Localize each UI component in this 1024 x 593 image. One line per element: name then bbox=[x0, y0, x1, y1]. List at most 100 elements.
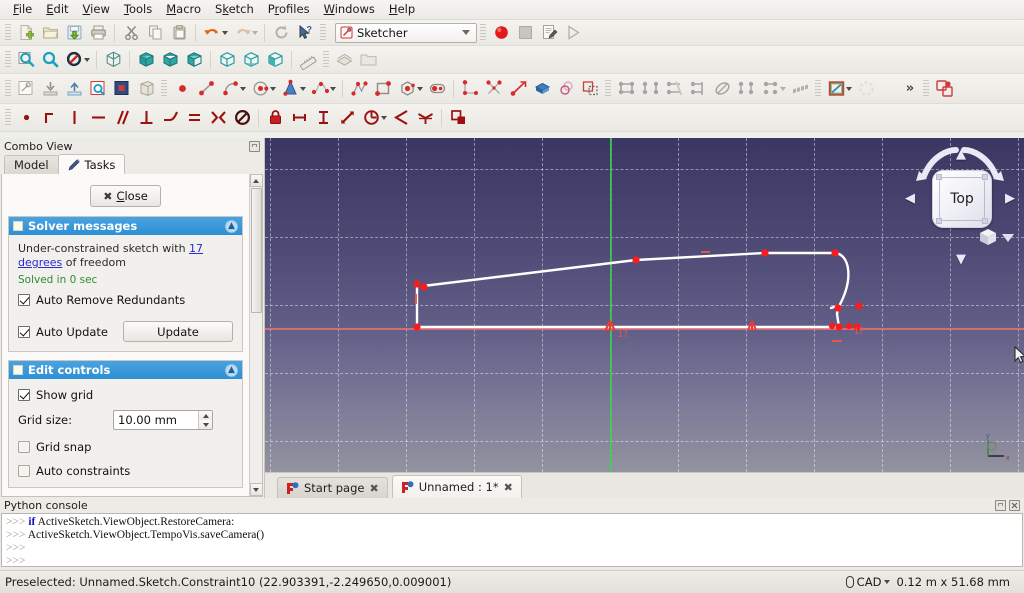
show-grid-row[interactable]: Show grid bbox=[18, 388, 233, 402]
toolbar-grip[interactable] bbox=[161, 79, 167, 98]
toggle-driving-constraint-icon[interactable] bbox=[446, 106, 470, 130]
cut-icon[interactable] bbox=[119, 21, 143, 45]
nav-cube-menu-icon[interactable] bbox=[1002, 234, 1014, 242]
auto-constraints-checkbox[interactable] bbox=[18, 465, 30, 477]
rectangular-array-icon[interactable] bbox=[788, 77, 812, 101]
symmetry-icon[interactable] bbox=[758, 77, 782, 101]
leave-sketch-icon[interactable] bbox=[62, 77, 86, 101]
tasks-scrollbar[interactable] bbox=[249, 174, 262, 496]
auto-remove-redundants-row[interactable]: Auto Remove Redundants bbox=[18, 293, 233, 307]
carbon-copy-icon[interactable] bbox=[554, 77, 578, 101]
toolbar-grip[interactable] bbox=[5, 108, 11, 127]
constrain-parallel-icon[interactable] bbox=[110, 106, 134, 130]
tab-model[interactable]: Model bbox=[4, 155, 59, 174]
trim-icon[interactable] bbox=[482, 77, 506, 101]
constrain-distance-icon[interactable] bbox=[335, 106, 359, 130]
menu-help[interactable]: Help bbox=[382, 0, 422, 19]
tab-close-icon[interactable]: ✖ bbox=[504, 481, 513, 494]
toolbar-grip[interactable] bbox=[5, 23, 11, 42]
front-view-icon[interactable] bbox=[134, 48, 158, 72]
constrain-symmetric-icon[interactable] bbox=[206, 106, 230, 130]
circle-icon[interactable] bbox=[248, 77, 272, 101]
show-grid-checkbox[interactable] bbox=[18, 389, 30, 401]
grid-size-stepper[interactable] bbox=[113, 410, 213, 430]
constrain-vertical-icon[interactable] bbox=[62, 106, 86, 130]
collapse-icon[interactable]: ▲ bbox=[225, 219, 238, 233]
bottom-view-icon[interactable] bbox=[239, 48, 263, 72]
edit-controls-header[interactable]: Edit controls ▲ bbox=[9, 361, 242, 379]
paste-icon[interactable] bbox=[167, 21, 191, 45]
grid-size-input[interactable] bbox=[114, 412, 198, 428]
macro-edit-icon[interactable] bbox=[537, 21, 561, 45]
constrain-lock-icon[interactable] bbox=[263, 106, 287, 130]
macro-execute-icon[interactable] bbox=[561, 21, 585, 45]
draw-style-icon[interactable] bbox=[62, 48, 86, 72]
nav-arrow-up-icon[interactable]: ▲ bbox=[956, 148, 966, 161]
fit-selection-icon[interactable] bbox=[38, 48, 62, 72]
isometric-view-icon[interactable] bbox=[101, 48, 125, 72]
construction-mode-icon[interactable] bbox=[578, 77, 602, 101]
solver-messages-header[interactable]: Solver messages ▲ bbox=[9, 217, 242, 235]
grid-snap-row[interactable]: Grid snap bbox=[18, 440, 233, 454]
auto-update-row[interactable]: Auto Update Update bbox=[18, 321, 233, 342]
constrain-point-on-object-icon[interactable] bbox=[38, 106, 62, 130]
constrain-equal-icon[interactable] bbox=[182, 106, 206, 130]
print-document-icon[interactable] bbox=[86, 21, 110, 45]
top-view-icon[interactable] bbox=[158, 48, 182, 72]
menu-tools[interactable]: Tools bbox=[117, 0, 159, 19]
polyline-icon[interactable] bbox=[347, 77, 371, 101]
grid-size-arrows[interactable] bbox=[198, 411, 212, 429]
save-document-icon[interactable] bbox=[62, 21, 86, 45]
macro-stop-icon[interactable] bbox=[513, 21, 537, 45]
menu-windows[interactable]: Windows bbox=[317, 0, 382, 19]
menu-view[interactable]: View bbox=[76, 0, 117, 19]
menu-sketch[interactable]: Sketch bbox=[208, 0, 261, 19]
workbench-icon[interactable] bbox=[332, 48, 356, 72]
menu-macro[interactable]: Macro bbox=[159, 0, 208, 19]
nav-arrow-left-icon[interactable]: ◀ bbox=[905, 192, 915, 205]
workbench-selector[interactable]: Sketcher bbox=[335, 22, 477, 43]
arc-icon[interactable] bbox=[218, 77, 242, 101]
navigation-cube[interactable]: ▲ ▼ ◀ ▶ Top bbox=[904, 142, 1016, 266]
folder-icon[interactable] bbox=[356, 48, 380, 72]
undock-icon[interactable] bbox=[249, 140, 260, 152]
constrain-radius-icon[interactable] bbox=[359, 106, 383, 130]
right-view-icon[interactable] bbox=[182, 48, 206, 72]
tab-unnamed-document[interactable]: Unnamed : 1* ✖ bbox=[391, 475, 522, 498]
left-view-icon[interactable] bbox=[263, 48, 287, 72]
rear-view-icon[interactable] bbox=[215, 48, 239, 72]
auto-remove-redundants-checkbox[interactable] bbox=[18, 294, 30, 306]
overflow-icon[interactable]: » bbox=[900, 77, 920, 101]
constrain-snells-law-icon[interactable] bbox=[413, 106, 437, 130]
3d-viewport[interactable]: 17 17 ▲ ▼ ◀ ▶ Top y x bbox=[265, 138, 1024, 472]
undock-icon[interactable] bbox=[995, 500, 1006, 511]
constrain-distance-y-icon[interactable] bbox=[311, 106, 335, 130]
new-document-icon[interactable] bbox=[14, 21, 38, 45]
stepper-down-icon[interactable] bbox=[199, 420, 212, 429]
polygon-icon[interactable] bbox=[395, 77, 419, 101]
fillet-icon[interactable] bbox=[458, 77, 482, 101]
rectangle-icon[interactable] bbox=[371, 77, 395, 101]
sketcher-visual-icon[interactable] bbox=[854, 77, 878, 101]
toolbar-grip[interactable] bbox=[815, 79, 821, 98]
copy-icon[interactable] bbox=[143, 21, 167, 45]
constrain-angle-icon[interactable] bbox=[389, 106, 413, 130]
fit-all-icon[interactable] bbox=[14, 48, 38, 72]
toolbar-grip[interactable] bbox=[320, 23, 326, 42]
nav-arrow-down-icon[interactable]: ▼ bbox=[956, 253, 966, 266]
constrain-horizontal-icon[interactable] bbox=[86, 106, 110, 130]
edit-sketch-icon[interactable] bbox=[38, 77, 62, 101]
menu-edit[interactable]: Edit bbox=[39, 0, 75, 19]
refresh-icon[interactable] bbox=[269, 21, 293, 45]
create-sketch-icon[interactable] bbox=[14, 77, 38, 101]
scroll-down-icon[interactable] bbox=[249, 483, 262, 496]
select-conflicting-icon[interactable] bbox=[662, 77, 686, 101]
nav-arrow-right-icon[interactable]: ▶ bbox=[1005, 192, 1015, 205]
line-icon[interactable] bbox=[194, 77, 218, 101]
external-geometry-icon[interactable] bbox=[530, 77, 554, 101]
grid-snap-checkbox[interactable] bbox=[18, 441, 30, 453]
close-button[interactable]: ✖ Close bbox=[90, 185, 161, 207]
clone-icon[interactable] bbox=[734, 77, 758, 101]
select-elements-icon[interactable] bbox=[710, 77, 734, 101]
bspline-icon[interactable] bbox=[308, 77, 332, 101]
